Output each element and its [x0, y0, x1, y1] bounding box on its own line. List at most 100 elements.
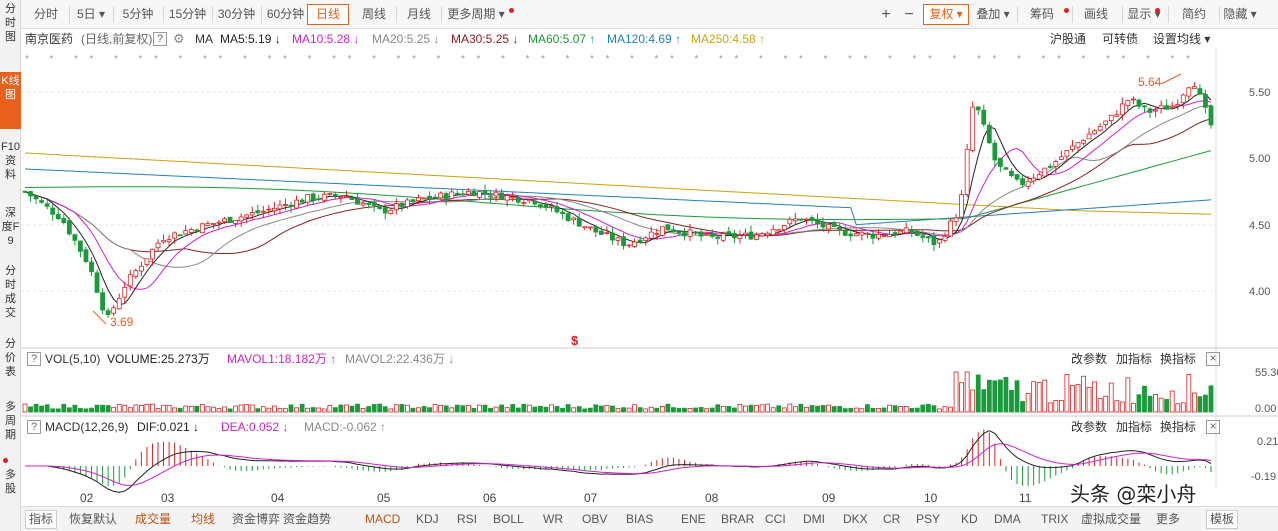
draw-line-button[interactable]: 画线	[1075, 4, 1117, 25]
indicator-tab[interactable]: 更多	[1156, 510, 1180, 529]
indicator-tab[interactable]: 模板	[1206, 510, 1239, 529]
convertible-bond-link[interactable]: 可转债	[1102, 30, 1138, 48]
ma30-line	[24, 118, 1212, 254]
tab-monthly[interactable]: 月线	[400, 4, 438, 25]
ma-label: MA	[195, 32, 213, 46]
indicator-tab[interactable]: 成交量	[135, 510, 171, 529]
sidebar-item-tick[interactable]: 分时成交	[0, 262, 21, 324]
candle-body	[1142, 105, 1147, 108]
candle-body	[831, 222, 837, 227]
candle-body	[460, 193, 466, 196]
indicator-tab[interactable]: 恢复默认	[69, 510, 117, 529]
divider	[212, 6, 213, 23]
macd-change-params-button[interactable]: 改参数	[1071, 418, 1107, 436]
overlay-dropdown[interactable]: 叠加 ▾	[974, 4, 1012, 25]
tab-60min[interactable]: 60分钟	[263, 4, 308, 25]
vol-switch-indicator-button[interactable]: 换指标	[1160, 350, 1196, 368]
tab-daily[interactable]: 日线	[307, 4, 349, 25]
volume-bar	[72, 404, 78, 413]
indicator-tab[interactable]: KDJ	[416, 510, 439, 529]
indicator-tab[interactable]: KD	[961, 510, 978, 529]
indicator-tab[interactable]: ENE	[681, 510, 706, 529]
indicator-tab[interactable]: 资金博弈	[232, 510, 280, 529]
candle-body	[1158, 105, 1164, 109]
candle-body	[693, 231, 698, 234]
zoom-in-button[interactable]: +	[877, 4, 895, 25]
simple-mode-button[interactable]: 简约	[1173, 4, 1215, 25]
help-button[interactable]: ?	[153, 32, 167, 46]
tab-15min[interactable]: 15分钟	[165, 4, 210, 25]
indicator-tab[interactable]: MACD	[365, 510, 400, 529]
indicator-tab[interactable]: 资金趋势	[283, 510, 331, 529]
indicator-tab[interactable]: PSY	[916, 510, 940, 529]
chips-button[interactable]: 筹码	[1021, 4, 1063, 25]
sidebar-item-multi-stock[interactable]: 多股	[0, 466, 21, 506]
volume-bar	[986, 379, 992, 413]
kline-chart[interactable]: * * * * * * * * * * * * * * * * * * * * * * * * * * * * * * * * * * * * * * * *…	[21, 48, 1278, 506]
vol-indicator-name[interactable]: VOL(5,10)	[45, 350, 100, 368]
sidebar-item-kline[interactable]: K线图	[0, 72, 21, 129]
indicator-tab[interactable]: CCI	[765, 510, 786, 529]
indicator-tab[interactable]: DMA	[994, 510, 1021, 529]
candle-body	[887, 233, 892, 238]
macd-add-indicator-button[interactable]: 加指标	[1116, 418, 1152, 436]
volume-bar	[776, 405, 782, 413]
volume-bar	[28, 406, 33, 413]
news-star-icon: *	[1122, 54, 1126, 65]
candle-body	[720, 233, 726, 241]
indicator-tab[interactable]: DKX	[843, 510, 868, 529]
tab-5min[interactable]: 5分钟	[117, 4, 159, 25]
volume-bar	[587, 407, 593, 413]
vol-help-button[interactable]: ?	[27, 352, 41, 366]
ma5-value: MA5:5.19 ↓	[220, 30, 281, 48]
candle-body	[427, 195, 432, 200]
vol-close-icon[interactable]: ×	[1206, 352, 1220, 366]
indicator-tab[interactable]: WR	[543, 510, 563, 529]
macd-switch-indicator-button[interactable]: 换指标	[1160, 418, 1196, 436]
indicator-tab[interactable]: BRAR	[721, 510, 754, 529]
candle-body	[665, 224, 671, 231]
candle-body	[244, 214, 250, 218]
volume-bar	[1092, 381, 1098, 413]
indicator-tab[interactable]: BIAS	[626, 510, 653, 529]
vol-change-params-button[interactable]: 改参数	[1071, 350, 1107, 368]
set-ma-dropdown[interactable]: 设置均线 ▾	[1153, 30, 1210, 48]
zoom-out-button[interactable]: −	[900, 4, 918, 25]
sidebar-item-price-table[interactable]: 分价表	[0, 335, 21, 385]
vol-add-indicator-button[interactable]: 加指标	[1116, 350, 1152, 368]
indicator-tab[interactable]: DMI	[803, 510, 825, 529]
indicator-tab[interactable]: 均线	[191, 510, 215, 529]
indicator-tab[interactable]: TRIX	[1041, 510, 1068, 529]
indicator-tab[interactable]: OBV	[582, 510, 607, 529]
ma10-text: MA10:5.28	[292, 32, 351, 46]
macd-indicator-name[interactable]: MACD(12,26,9)	[45, 418, 128, 436]
ma20-text: MA20:5.25	[372, 32, 431, 46]
tab-more-periods[interactable]: 更多周期 ▾	[445, 4, 507, 25]
hk-connect-link[interactable]: 沪股通	[1050, 30, 1086, 48]
indicator-tab[interactable]: RSI	[457, 510, 477, 529]
news-star-icon: *	[268, 54, 272, 65]
indicator-tab[interactable]: CR	[883, 510, 900, 529]
macd-close-icon[interactable]: ×	[1206, 420, 1220, 434]
sidebar-item-multi-period[interactable]: 多周期	[0, 398, 21, 448]
candle-body	[338, 196, 344, 199]
hide-dropdown[interactable]: 隐藏 ▾	[1221, 4, 1259, 25]
volume-bar	[100, 404, 105, 413]
candle-body	[526, 199, 532, 202]
settings-gear-icon[interactable]: ⚙	[173, 30, 185, 48]
indicator-tab[interactable]: 指标	[25, 510, 58, 529]
indicator-tab[interactable]: BOLL	[493, 510, 524, 529]
tab-5day[interactable]: 5日 ▾	[73, 4, 109, 25]
macd-help-button[interactable]: ?	[27, 420, 41, 434]
fuquan-dropdown[interactable]: 复权 ▾	[923, 4, 969, 25]
dividend-marker-icon[interactable]: $	[571, 333, 579, 348]
vol-tick: 55.30	[1255, 367, 1278, 379]
tab-30min[interactable]: 30分钟	[214, 4, 259, 25]
candle-body	[765, 232, 771, 236]
sidebar-item-depth[interactable]: 深度F9	[0, 204, 21, 259]
sidebar-item-timeshare[interactable]: 分时图	[0, 0, 21, 60]
tab-weekly[interactable]: 周线	[355, 4, 393, 25]
sidebar-item-f10[interactable]: F10资料	[0, 138, 21, 193]
tab-timeshare[interactable]: 分时	[27, 4, 65, 25]
indicator-tab[interactable]: 虚拟成交量	[1081, 510, 1141, 529]
